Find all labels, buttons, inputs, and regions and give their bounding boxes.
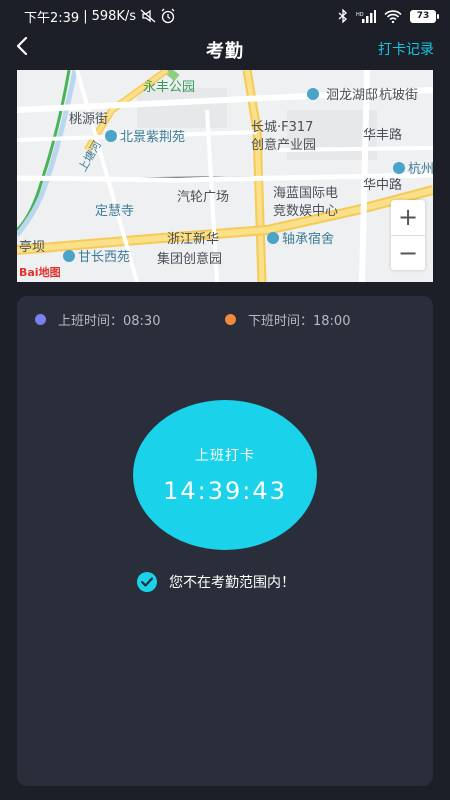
- check-circle-icon: [137, 572, 157, 592]
- map-poi: 桃源街: [69, 112, 109, 127]
- page-title: 考勤: [206, 41, 244, 62]
- map-poi: 竞数娱中心: [273, 204, 339, 219]
- on-duty-dot: [35, 314, 46, 325]
- svg-text:HD: HD: [356, 12, 364, 18]
- punch-clock: 14:39:43: [163, 477, 287, 505]
- range-status: 您不在考勤范围内！: [137, 572, 295, 592]
- punch-label: 上班打卡: [195, 448, 255, 464]
- signal-icon: HD: [356, 9, 376, 23]
- map-poi: 北景紫荆苑: [105, 126, 185, 145]
- baidu-map-logo: Bai地图: [19, 266, 61, 279]
- map-poi: 洄龙湖邸: [307, 84, 378, 103]
- range-status-text: 您不在考勤范围内！: [169, 575, 295, 591]
- map-poi: 汽轮广场: [177, 190, 230, 205]
- map-poi: 轴承宿舍: [267, 228, 334, 247]
- back-button[interactable]: [8, 34, 36, 62]
- punch-records-link[interactable]: 打卡记录: [378, 39, 434, 59]
- alarm-icon: [160, 8, 176, 24]
- map-poi: 华丰路: [363, 128, 403, 143]
- attendance-panel: 上班时间：08:30 下班时间：18:00 上班打卡 14:39:43 您不在考…: [17, 296, 433, 786]
- map-poi: 华中路: [363, 178, 403, 193]
- zoom-out-button[interactable]: −: [391, 234, 425, 271]
- map-poi: 集团创意园: [157, 252, 223, 267]
- map-poi: 亭坝: [19, 240, 46, 255]
- status-bar: 下午2:39 | 598K/s HD 73: [0, 0, 450, 32]
- map-poi: 定慧寺: [95, 204, 135, 219]
- map-poi: 甘长西苑: [63, 246, 130, 265]
- map-poi: 杭玻街: [379, 88, 419, 103]
- punch-in-button[interactable]: 上班打卡 14:39:43: [133, 400, 317, 550]
- bluetooth-icon: [338, 9, 348, 23]
- map-poi: 长城·F317: [251, 120, 314, 135]
- map-zoom-control: + −: [391, 200, 425, 270]
- zoom-in-button[interactable]: +: [391, 200, 425, 235]
- on-duty-time: 上班时间：08:30: [35, 310, 160, 329]
- network-speed: 598K/s: [91, 8, 137, 24]
- chevron-left-icon: [15, 36, 29, 60]
- map-poi: 创意产业园: [251, 138, 317, 153]
- map-poi: 永丰公园: [143, 80, 196, 95]
- off-duty-time: 下班时间：18:00: [225, 310, 350, 329]
- wifi-icon: [384, 9, 402, 23]
- map-poi: 浙江新华: [167, 232, 220, 247]
- attendance-map[interactable]: 永丰公园 洄龙湖邸 杭玻街 桃源街 北景紫荆苑 长城·F317 创意产业园 华丰…: [17, 70, 433, 282]
- off-duty-label: 下班时间：18:00: [248, 314, 351, 329]
- battery-icon: 73: [410, 9, 439, 23]
- status-time: 下午2:39: [24, 10, 80, 26]
- map-poi: 海蓝国际电: [273, 186, 339, 201]
- on-duty-label: 上班时间：08:30: [58, 314, 161, 329]
- off-duty-dot: [225, 314, 236, 325]
- mute-icon: [140, 9, 156, 23]
- nav-bar: 考勤 打卡记录: [0, 32, 450, 68]
